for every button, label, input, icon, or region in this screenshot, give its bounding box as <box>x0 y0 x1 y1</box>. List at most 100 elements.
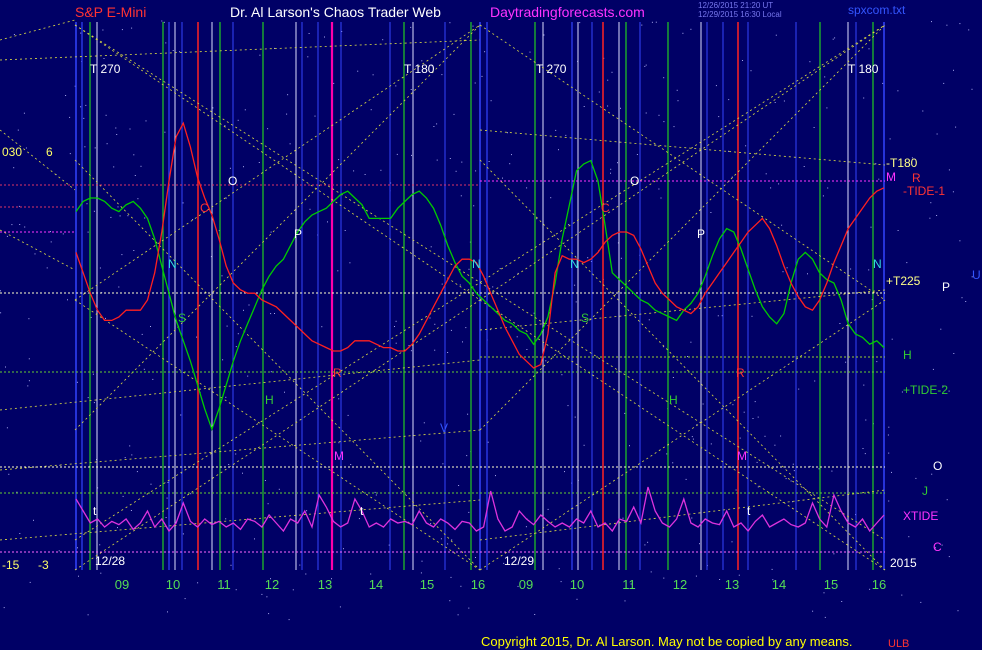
background-dot <box>286 113 288 115</box>
background-dot <box>460 195 462 197</box>
background-dot <box>434 323 436 325</box>
background-dot <box>221 275 223 277</box>
background-dot <box>561 374 563 376</box>
background-dot <box>327 221 328 223</box>
background-dot <box>915 477 917 479</box>
background-dot <box>833 553 835 555</box>
x-tick-label: 13 <box>725 577 739 592</box>
background-dot <box>410 89 412 90</box>
background-dot <box>499 268 501 270</box>
c-right-label: C <box>933 540 942 554</box>
background-dot <box>93 402 95 404</box>
background-dot <box>611 71 613 73</box>
background-dot <box>622 517 624 519</box>
background-dot <box>410 26 412 28</box>
x-tick-label: 14 <box>772 577 786 592</box>
background-dot <box>222 359 224 361</box>
marker-letter: H <box>669 393 678 407</box>
background-dot <box>743 411 745 413</box>
background-dot <box>718 116 720 118</box>
background-dot <box>6 427 8 429</box>
background-dot <box>685 478 687 480</box>
background-dot <box>765 173 767 175</box>
background-dot <box>757 486 759 488</box>
background-dot <box>77 547 78 549</box>
background-dot <box>34 253 36 255</box>
background-dot <box>451 539 453 541</box>
background-dot <box>411 154 412 156</box>
marker-letter: S <box>581 311 589 325</box>
background-dot <box>920 601 922 603</box>
background-dot <box>468 511 470 513</box>
background-dot <box>770 187 772 189</box>
background-dot <box>136 471 138 473</box>
background-dot <box>882 82 884 84</box>
background-dot <box>897 230 899 231</box>
background-dot <box>460 585 462 587</box>
background-dot <box>224 125 226 127</box>
background-dot <box>131 454 133 456</box>
background-dot <box>465 327 467 329</box>
background-dot <box>266 596 268 598</box>
background-dot <box>299 564 301 566</box>
background-dot <box>948 169 950 171</box>
background-dot <box>826 107 828 109</box>
background-dot <box>131 27 133 29</box>
x-tick-label: 12 <box>673 577 687 592</box>
background-dot <box>558 568 560 570</box>
background-dot <box>115 127 117 129</box>
background-dot <box>140 165 142 167</box>
background-dot <box>144 217 146 219</box>
background-dot <box>658 114 660 116</box>
background-dot <box>568 224 570 225</box>
background-dot <box>699 543 700 545</box>
background-dot <box>436 159 438 161</box>
background-dot <box>583 106 585 107</box>
background-dot <box>617 162 618 164</box>
background-dot <box>113 166 115 168</box>
site-link[interactable]: Daytradingforecasts.com <box>490 4 645 20</box>
background-dot <box>906 262 908 264</box>
background-dot <box>433 126 435 127</box>
background-dot <box>395 85 397 87</box>
background-dot <box>90 316 92 318</box>
background-dot <box>27 385 29 387</box>
date-left-label: 12/28 <box>95 554 126 568</box>
background-dot <box>792 463 794 465</box>
background-dot <box>69 116 71 118</box>
background-dot <box>481 75 483 77</box>
marker-letter: V <box>440 421 448 435</box>
u-right-label: U <box>972 268 981 282</box>
background-dot <box>453 113 455 115</box>
background-dot <box>798 388 800 390</box>
background-dot <box>466 455 468 457</box>
background-dot <box>161 20 163 22</box>
background-dot <box>353 170 355 172</box>
background-dot <box>24 226 26 228</box>
background-dot <box>42 492 44 494</box>
background-dot <box>782 271 784 273</box>
background-dot <box>676 89 678 91</box>
background-dot <box>395 320 397 322</box>
background-dot <box>868 269 870 271</box>
background-dot <box>267 128 269 130</box>
background-dot <box>197 582 199 584</box>
background-dot <box>771 568 773 570</box>
background-dot <box>395 342 397 344</box>
background-dot <box>3 607 5 609</box>
background-dot <box>641 24 643 26</box>
background-dot <box>850 268 852 270</box>
background-dot <box>396 153 398 155</box>
background-dot <box>87 614 89 616</box>
background-dot <box>292 589 294 591</box>
background-dot <box>864 453 866 455</box>
background-dot <box>488 161 490 162</box>
background-dot <box>92 373 94 375</box>
m-right-label: M <box>886 170 896 184</box>
background-dot <box>235 589 237 591</box>
background-dot <box>270 313 272 315</box>
background-dot <box>343 548 344 550</box>
x-tick-label: 16 <box>471 577 485 592</box>
background-dot <box>574 416 576 418</box>
background-dot <box>728 99 730 101</box>
